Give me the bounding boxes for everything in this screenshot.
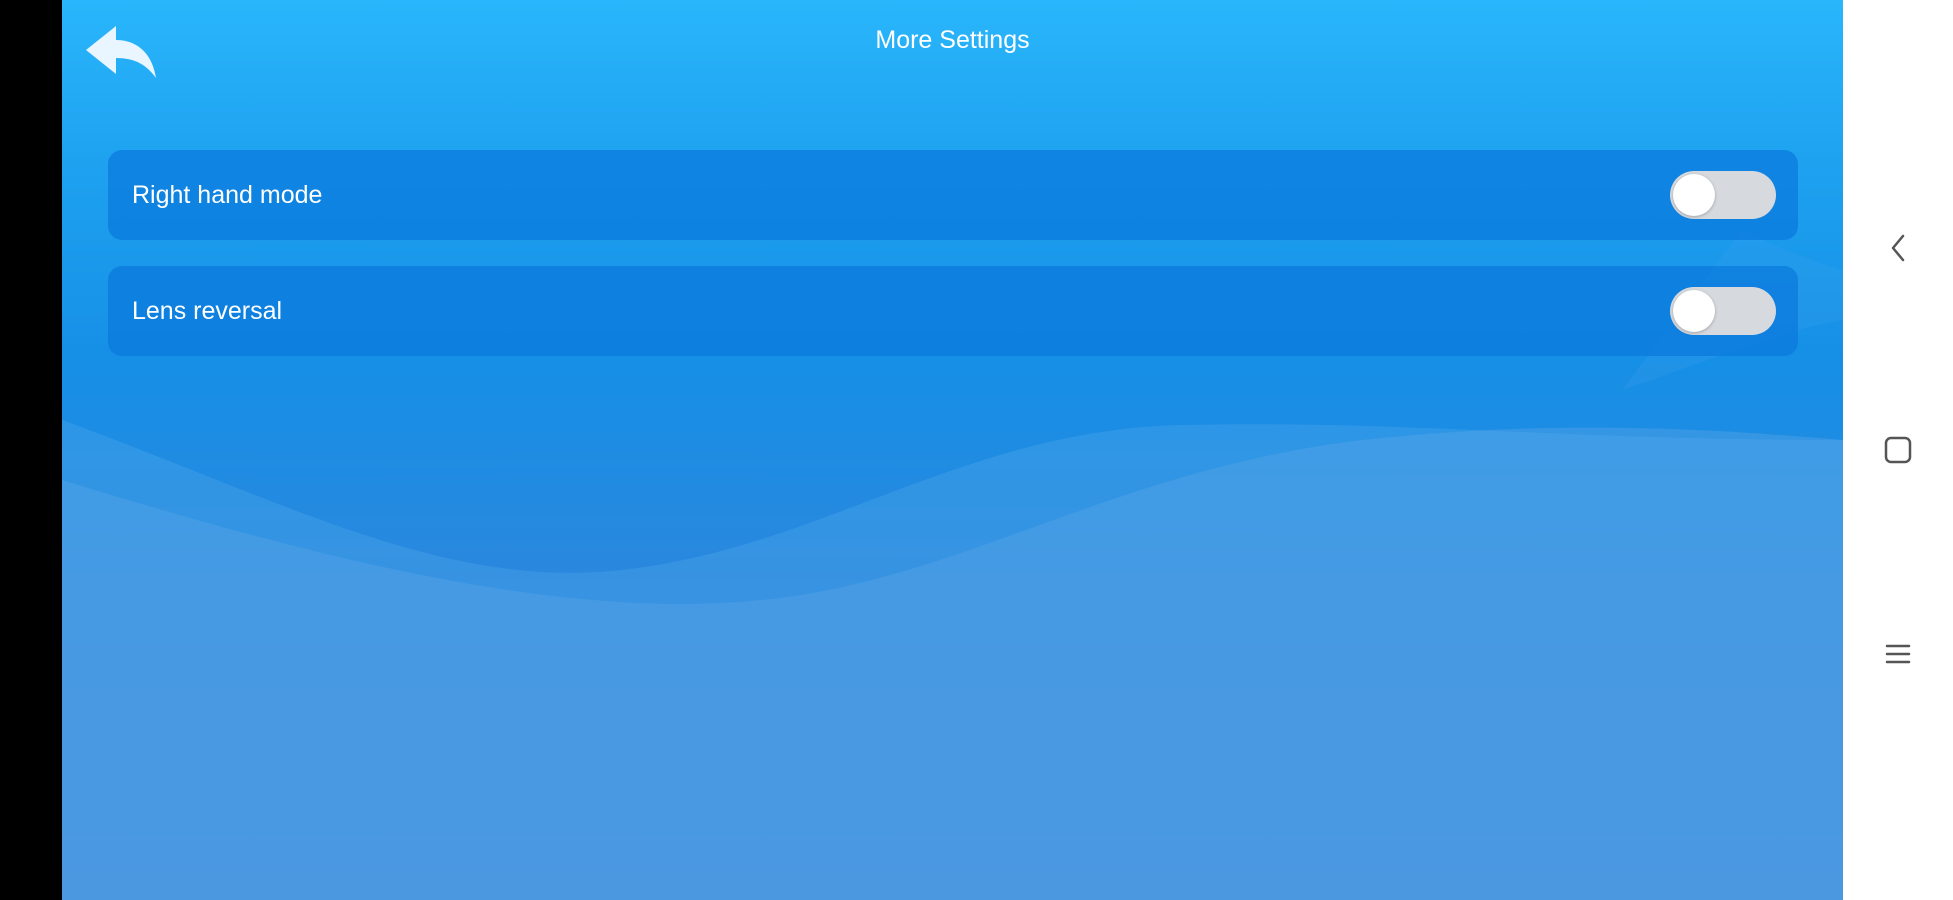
square-icon — [1884, 436, 1912, 464]
right-hand-mode-toggle[interactable] — [1670, 171, 1776, 219]
setting-label: Lens reversal — [132, 296, 283, 325]
wave-background — [62, 230, 1843, 900]
chevron-left-icon — [1891, 234, 1905, 262]
setting-label: Right hand mode — [132, 180, 323, 209]
system-menu-button[interactable] — [1868, 624, 1928, 684]
system-back-button[interactable] — [1868, 218, 1928, 278]
left-black-bar — [0, 0, 62, 900]
menu-lines-icon — [1885, 644, 1911, 664]
lens-reversal-toggle[interactable] — [1670, 287, 1776, 335]
system-home-button[interactable] — [1868, 420, 1928, 480]
toggle-knob — [1673, 174, 1715, 216]
system-navigation-bar — [1843, 0, 1953, 900]
page-title: More Settings — [875, 26, 1030, 54]
setting-row-lens-reversal: Lens reversal — [108, 266, 1798, 356]
screen: More Settings Right hand mode Lens rever… — [0, 0, 1953, 900]
app-screen: More Settings Right hand mode Lens rever… — [62, 0, 1843, 900]
setting-row-right-hand-mode: Right hand mode — [108, 150, 1798, 240]
toggle-knob — [1673, 290, 1715, 332]
